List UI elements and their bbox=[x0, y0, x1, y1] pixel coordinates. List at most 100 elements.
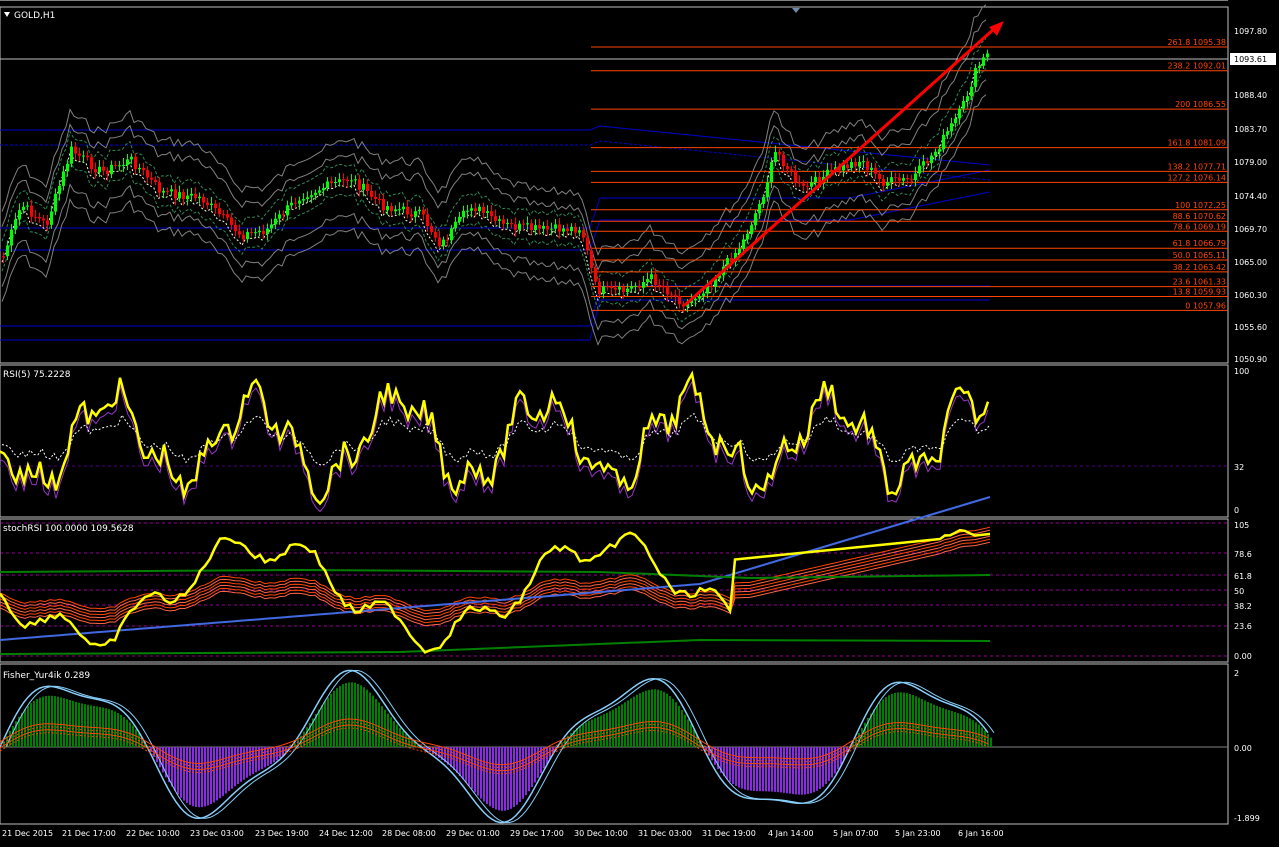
candle-body bbox=[922, 161, 925, 166]
fisher-bar bbox=[759, 747, 761, 792]
time-tick: 4 Jan 14:00 bbox=[768, 829, 814, 838]
candle-body bbox=[886, 182, 889, 186]
fisher-bar bbox=[507, 747, 509, 810]
fisher-bar bbox=[129, 722, 131, 747]
fisher-bar bbox=[924, 700, 926, 747]
candle-body bbox=[758, 203, 761, 214]
main-price-panel[interactable] bbox=[0, 6, 1229, 364]
fisher-bar bbox=[666, 693, 668, 747]
candle-body bbox=[354, 179, 357, 181]
candle-body bbox=[878, 173, 881, 179]
candle-body bbox=[814, 176, 817, 183]
stoch-tick: 0.00 bbox=[1234, 652, 1252, 661]
candle-body bbox=[126, 159, 129, 165]
candle-body bbox=[42, 218, 45, 221]
candle-body bbox=[910, 179, 913, 181]
fisher-bar bbox=[78, 702, 80, 747]
candle-body bbox=[506, 223, 509, 225]
stoch-tick: 61.8 bbox=[1234, 572, 1252, 581]
candle-body bbox=[870, 167, 873, 170]
candle-body bbox=[926, 161, 929, 164]
fisher-bar bbox=[744, 747, 746, 790]
fisher-bar bbox=[642, 691, 644, 747]
candle-body bbox=[222, 214, 225, 216]
price-tick: 1060.30 bbox=[1234, 291, 1267, 300]
candle-body bbox=[350, 180, 353, 182]
candle-body bbox=[514, 224, 517, 230]
fisher-bar bbox=[660, 690, 662, 747]
candle-body bbox=[18, 210, 21, 220]
time-tick: 23 Dec 03:00 bbox=[190, 829, 244, 838]
candle-body bbox=[622, 287, 625, 293]
fisher-bar bbox=[897, 692, 899, 747]
candle-body bbox=[598, 281, 601, 295]
candle-body bbox=[206, 202, 209, 206]
fisher-bar bbox=[222, 747, 224, 796]
candle-body bbox=[630, 286, 633, 289]
fisher-bar bbox=[60, 697, 62, 747]
candle-body bbox=[566, 228, 569, 232]
candle-body bbox=[602, 286, 605, 295]
candle-body bbox=[210, 203, 213, 206]
candle-body bbox=[546, 225, 549, 230]
candle-body bbox=[6, 245, 9, 257]
fisher-bar bbox=[522, 747, 524, 799]
fib-label: 78.6 1069.19 bbox=[1173, 222, 1226, 231]
fisher-bar bbox=[231, 747, 233, 789]
fisher-bar bbox=[171, 747, 173, 787]
candle-body bbox=[478, 206, 481, 212]
fisher-bar bbox=[354, 682, 356, 747]
candle-body bbox=[134, 156, 137, 170]
candle-body bbox=[146, 170, 149, 178]
candle-body bbox=[378, 199, 381, 201]
candle-body bbox=[850, 162, 853, 168]
fisher-bar bbox=[330, 693, 332, 747]
candle-body bbox=[890, 177, 893, 183]
candle-body bbox=[830, 169, 833, 171]
candle-body bbox=[894, 177, 897, 179]
candle-body bbox=[390, 206, 393, 212]
fisher-bar bbox=[351, 682, 353, 747]
candle-body bbox=[38, 217, 41, 219]
fisher-bar bbox=[783, 747, 785, 793]
price-tick: 1074.40 bbox=[1234, 192, 1267, 201]
fisher-bar bbox=[591, 719, 593, 747]
candle-body bbox=[298, 200, 301, 204]
candle-body bbox=[102, 166, 105, 171]
candle-body bbox=[54, 193, 57, 212]
fisher-bar bbox=[654, 689, 656, 747]
candle-body bbox=[854, 162, 857, 167]
candle-body bbox=[150, 177, 153, 180]
trading-chart[interactable]: 261.8 1095.38 238.2 1092.01 200 1086.55 161… bbox=[0, 0, 1279, 847]
fisher-bar bbox=[801, 747, 803, 795]
fisher-bar bbox=[810, 747, 812, 794]
fib-label: 23.6 1061.33 bbox=[1173, 278, 1226, 287]
fisher-bar bbox=[594, 718, 596, 747]
candle-body bbox=[194, 193, 197, 199]
fisher-bar bbox=[30, 703, 32, 747]
candle-body bbox=[138, 167, 141, 170]
fisher-bar bbox=[276, 747, 278, 761]
candle-body bbox=[570, 226, 573, 232]
candle-body bbox=[430, 226, 433, 232]
fisher-bar bbox=[777, 747, 779, 793]
candle-body bbox=[710, 286, 713, 288]
fisher-bar bbox=[180, 747, 182, 798]
fisher-bar bbox=[636, 694, 638, 747]
fisher-bar bbox=[510, 747, 512, 809]
fisher-bar bbox=[762, 747, 764, 792]
fisher-bar bbox=[582, 724, 584, 747]
candle-body bbox=[678, 296, 681, 305]
fisher-bar bbox=[648, 689, 650, 747]
candle-body bbox=[770, 162, 773, 183]
candle-body bbox=[322, 188, 325, 191]
fisher-bar bbox=[177, 747, 179, 795]
current-price-label: 1093.61 bbox=[1234, 55, 1267, 64]
candle-body bbox=[846, 164, 849, 168]
candle-body bbox=[582, 230, 585, 238]
rsi-tick: 0 bbox=[1234, 506, 1239, 515]
candle-body bbox=[614, 288, 617, 290]
candle-body bbox=[442, 239, 445, 246]
candle-body bbox=[438, 237, 441, 246]
candle-body bbox=[794, 170, 797, 183]
